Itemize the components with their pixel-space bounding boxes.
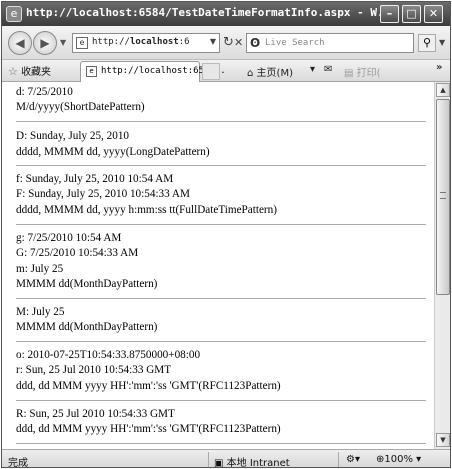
- search-options-dropdown-icon[interactable]: ▼: [439, 38, 445, 47]
- maximize-button[interactable]: □: [402, 5, 421, 23]
- divider: [208, 452, 209, 467]
- tab-bar: ☆ 收藏夹 e http://localhost:65 ... ⌂ 主页(M) …: [2, 60, 450, 82]
- feeds-icon: ▾: [310, 64, 316, 75]
- content-line: dddd, MMMM dd, yyyy(LongDatePattern): [16, 146, 210, 158]
- vertical-scrollbar[interactable]: ▲ ▼: [434, 82, 450, 449]
- print-label: 打印(: [356, 68, 381, 79]
- search-button[interactable]: ⚲: [418, 34, 436, 52]
- content-line: g: 7/25/2010 10:54 AM: [16, 232, 122, 244]
- scroll-up-arrow-icon[interactable]: ▲: [436, 83, 450, 97]
- forward-button[interactable]: ▶: [33, 31, 57, 55]
- favorites-label: 收藏夹: [21, 67, 52, 78]
- home-icon: ⌂: [247, 68, 254, 79]
- refresh-icon[interactable]: ↻: [223, 35, 234, 51]
- more-tools-chevron-icon[interactable]: »: [436, 62, 442, 73]
- divider: [16, 121, 426, 122]
- content-line: R: Sun, 25 Jul 2010 10:54:33 GMT: [16, 408, 175, 420]
- arrow-left-icon: ◀: [15, 36, 25, 50]
- address-url[interactable]: http://localhost:6: [92, 37, 197, 47]
- content-line: ddd, dd MMM yyyy HH':'mm':'ss 'GMT'(RFC1…: [16, 423, 281, 435]
- address-input[interactable]: e http://localhost:6 ▼: [72, 33, 220, 53]
- content-line: m: July 25: [16, 263, 64, 275]
- intranet-icon: ▣: [214, 458, 224, 468]
- stop-icon[interactable]: ✕: [234, 35, 243, 51]
- history-dropdown-icon[interactable]: ▼: [60, 38, 66, 47]
- scrollbar-thumb[interactable]: [436, 99, 450, 295]
- content-line: M/d/yyyy(ShortDatePattern): [16, 101, 145, 113]
- divider: [16, 224, 426, 225]
- new-tab-button[interactable]: [202, 63, 220, 80]
- favorites-button[interactable]: ☆ 收藏夹: [8, 63, 51, 78]
- protected-mode-icon[interactable]: ⚙▾: [346, 454, 360, 465]
- content-line: M: July 25: [16, 306, 65, 318]
- content-line: d: 7/25/2010: [16, 86, 73, 98]
- home-button[interactable]: ⌂ 主页(M): [247, 64, 293, 79]
- star-icon: ☆: [8, 65, 18, 78]
- home-label: 主页(M): [256, 68, 293, 79]
- zoom-control[interactable]: ⊕100% ▾: [376, 454, 421, 465]
- grip-icon: [440, 192, 446, 199]
- zone-label: 本地 Intranet: [226, 458, 290, 468]
- content-line: F: Sunday, July 25, 2010 10:54:33 AM: [16, 188, 190, 200]
- search-placeholder[interactable]: Live Search: [265, 38, 325, 48]
- divider: [338, 452, 339, 467]
- minimize-button[interactable]: –: [380, 5, 399, 23]
- content-line: MMMM dd(MonthDayPattern): [16, 278, 158, 290]
- print-button[interactable]: ▤ 打印(: [344, 64, 381, 79]
- divider: [16, 165, 426, 166]
- browser-logo-icon: e: [6, 6, 22, 22]
- printer-icon: ▤: [344, 68, 354, 79]
- back-button[interactable]: ◀: [8, 31, 32, 55]
- close-button[interactable]: ✕: [424, 5, 443, 23]
- divider: [16, 443, 426, 444]
- page-icon: e: [76, 37, 88, 49]
- search-input[interactable]: ʘ Live Search: [246, 33, 414, 53]
- navigation-bar: ◀ ▶ ▼ e http://localhost:6 ▼ ↻ ✕ ʘ Live …: [2, 26, 450, 60]
- content-line: MMMM dd(MonthDayPattern): [16, 321, 158, 333]
- tab-active[interactable]: e http://localhost:65 ...: [80, 61, 226, 82]
- zone-indicator[interactable]: ▣ 本地 Intranet: [214, 454, 290, 468]
- arrow-right-icon: ▶: [40, 36, 50, 50]
- zoom-label: 100%: [384, 454, 413, 465]
- divider: [16, 400, 426, 401]
- browser-window: e http://localhost:6584/TestDateTimeForm…: [1, 1, 451, 468]
- content-line: f: Sunday, July 25, 2010 10:54 AM: [16, 173, 174, 185]
- mail-button[interactable]: ✉: [324, 64, 332, 75]
- mail-icon: ✉: [324, 64, 333, 75]
- live-search-logo-icon: ʘ: [250, 36, 261, 50]
- page-icon: e: [86, 66, 97, 77]
- magnifier-icon: ⚲: [422, 36, 432, 49]
- scroll-down-arrow-icon[interactable]: ▼: [436, 433, 450, 447]
- status-bar: 完成 ▣ 本地 Intranet ⚙▾ ⊕100% ▾: [2, 449, 450, 468]
- window-title: http://localhost:6584/TestDateTimeFormat…: [26, 6, 381, 19]
- content-line: o: 2010-07-25T10:54:33.8750000+08:00: [16, 349, 201, 361]
- feeds-button[interactable]: ▾: [310, 64, 315, 75]
- content-line: D: Sunday, July 25, 2010: [16, 130, 130, 142]
- page-content: d: 7/25/2010 M/d/yyyy(ShortDatePattern) …: [2, 82, 434, 449]
- divider: [16, 341, 426, 342]
- divider: [16, 298, 426, 299]
- status-text: 完成: [8, 458, 28, 468]
- content-line: ddd, dd MMM yyyy HH':'mm':'ss 'GMT'(RFC1…: [16, 380, 281, 392]
- content-line: dddd, MMMM dd, yyyy h:mm:ss tt(FullDateT…: [16, 204, 277, 216]
- address-dropdown-icon[interactable]: ▼: [210, 37, 216, 46]
- content-line: r: Sun, 25 Jul 2010 10:54:33 GMT: [16, 364, 172, 376]
- title-bar: e http://localhost:6584/TestDateTimeForm…: [2, 2, 450, 26]
- content-line: G: 7/25/2010 10:54:33 AM: [16, 247, 139, 259]
